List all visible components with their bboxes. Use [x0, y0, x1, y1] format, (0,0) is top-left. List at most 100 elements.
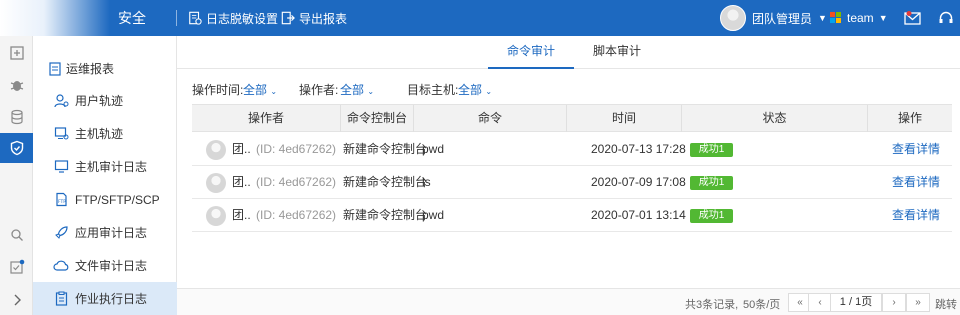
col-operator: 操作者 — [192, 105, 341, 132]
command-text: pwd — [422, 208, 445, 222]
operator-id: (ID: 4ed67262) — [256, 175, 337, 189]
total-records: 共3条记录, — [685, 299, 739, 311]
rail-expand[interactable] — [0, 285, 33, 315]
command-text: pwd — [422, 142, 445, 156]
chevron-down-icon: ⌄ — [270, 87, 278, 96]
tab-script-audit[interactable]: 脚本审计 — [574, 36, 660, 69]
chevron-down-icon: ▼ — [878, 13, 888, 23]
last-page-button[interactable]: » — [906, 293, 930, 312]
svg-text:FTP: FTP — [58, 199, 66, 205]
top-bar: 安全 日志脱敏设置 导出报表 团队管理员 ▼ team ▼ — [0, 0, 960, 36]
nav-job-exec-log[interactable]: 作业执行日志 — [33, 282, 177, 315]
filter-host-label: 目标主机: — [407, 83, 459, 97]
checklist-icon — [9, 259, 24, 274]
view-details-link[interactable]: 查看详情 — [892, 133, 940, 166]
shield-icon — [10, 140, 23, 156]
filter-time-label: 操作时间: — [192, 83, 244, 97]
secondary-nav: 运维报表 用户轨迹 主机轨迹 主机审计日志 FTP FTP/SFTP/SCP 应… — [33, 36, 177, 315]
col-action: 操作 — [897, 111, 922, 125]
operator-avatar — [206, 206, 226, 226]
filter-operator-value: 全部 — [340, 83, 365, 97]
nav-item-label: 文件审计日志 — [75, 259, 148, 273]
headset-icon — [939, 11, 953, 23]
col-status: 状态 — [682, 105, 868, 132]
console-name: 新建命令控制台 — [343, 208, 428, 222]
exec-time: 2020-07-09 17:08 — [591, 175, 686, 189]
filter-bar: 操作时间: 全部 ⌄ 操作者: 全部 ⌄ 目标主机: 全部 ⌄ — [192, 78, 952, 98]
page-size-select[interactable]: 50条/页 — [743, 296, 780, 312]
tab-command-audit[interactable]: 命令审计 — [488, 36, 574, 69]
operator-name: 团.. — [232, 142, 251, 156]
table-row: 团.. (ID: 4ed67262) 新建命令控制台 pwd 2020-07-0… — [192, 199, 952, 232]
rail-search[interactable] — [0, 220, 33, 250]
col-command: 命令 — [414, 105, 567, 132]
prev-page-button[interactable]: ‹ — [808, 293, 832, 312]
log-mask-settings-button[interactable]: 日志脱敏设置 — [188, 0, 278, 36]
nav-item-label: 作业执行日志 — [75, 292, 148, 306]
toolbar-divider — [176, 10, 177, 26]
nav-ops-report-label: 运维报表 — [66, 62, 115, 76]
nav-host-audit-log[interactable]: 主机审计日志 — [33, 150, 177, 183]
export-icon — [281, 11, 295, 25]
rail-security[interactable] — [0, 70, 33, 100]
nav-app-audit-log[interactable]: 应用审计日志 — [33, 216, 177, 249]
database-icon — [10, 109, 23, 125]
operator-avatar — [206, 140, 226, 160]
nav-ftp-log[interactable]: FTP FTP/SFTP/SCP — [33, 183, 177, 216]
pagination-bar: 共3条记录, 50条/页 « ‹ 1 / 1页 › » 跳转 — [177, 288, 960, 315]
status-badge: 成功1 — [690, 142, 733, 157]
report-icon — [47, 61, 63, 77]
jump-button[interactable]: 跳转 — [935, 296, 957, 312]
filter-operator-label: 操作者: — [299, 83, 339, 97]
job-list-icon — [53, 291, 69, 307]
mail-icon — [904, 11, 921, 25]
nav-item-label: 主机审计日志 — [75, 160, 148, 174]
team-name: team — [847, 11, 874, 25]
nav-file-audit-log[interactable]: 文件审计日志 — [33, 249, 177, 282]
export-report-button[interactable]: 导出报表 — [281, 0, 347, 36]
ftp-file-icon: FTP — [53, 192, 69, 208]
nav-item-label: 应用审计日志 — [75, 226, 148, 240]
operator-id: (ID: 4ed67262) — [256, 208, 337, 222]
cloud-file-icon — [53, 258, 69, 274]
chevron-down-icon: ⌄ — [367, 87, 375, 96]
rail-audit[interactable] — [0, 133, 33, 163]
audit-tabs: 命令审计 脚本审计 — [177, 36, 960, 69]
chevron-down-icon: ⌄ — [485, 87, 493, 96]
filter-time-dropdown[interactable]: 全部 ⌄ — [243, 81, 277, 98]
command-text: ls — [422, 175, 431, 189]
team-switcher[interactable]: team ▼ — [830, 0, 888, 36]
user-track-icon — [53, 93, 69, 109]
support-button[interactable] — [938, 0, 954, 36]
nav-ops-report[interactable]: 运维报表 — [33, 52, 177, 85]
rail-database[interactable] — [0, 102, 33, 132]
nav-host-track[interactable]: 主机轨迹 — [33, 117, 177, 150]
nav-user-track[interactable]: 用户轨迹 — [33, 84, 177, 117]
bug-icon — [10, 81, 23, 91]
command-audit-table: 操作者 命令控制台 命令 时间 状态 操作 团.. (ID: 4ed67262)… — [192, 104, 952, 232]
nav-item-label: 用户轨迹 — [75, 94, 124, 108]
search-icon — [10, 229, 23, 241]
add-panel-icon — [9, 46, 24, 60]
operator-avatar — [206, 173, 226, 193]
operator-name: 团.. — [232, 175, 251, 189]
rail-tasks[interactable] — [0, 252, 33, 282]
user-menu[interactable]: 团队管理员 ▼ — [720, 0, 827, 36]
view-details-link[interactable]: 查看详情 — [892, 166, 940, 199]
filter-operator-dropdown[interactable]: 全部 ⌄ — [340, 81, 374, 98]
rail-dashboard[interactable] — [0, 38, 33, 68]
current-page-input[interactable]: 1 / 1页 — [830, 293, 882, 312]
next-page-button[interactable]: › — [882, 293, 906, 312]
exec-time: 2020-07-01 13:14 — [591, 208, 686, 222]
chevron-right-icon — [14, 294, 21, 306]
filter-time-value: 全部 — [243, 83, 268, 97]
icon-rail — [0, 36, 33, 315]
status-badge: 成功1 — [690, 175, 733, 190]
console-name: 新建命令控制台 — [343, 142, 428, 156]
col-console: 命令控制台 — [341, 105, 414, 132]
filter-host-dropdown[interactable]: 全部 ⌄ — [458, 81, 492, 98]
messages-button[interactable] — [904, 0, 921, 36]
view-details-link[interactable]: 查看详情 — [892, 199, 940, 232]
app-rocket-icon — [53, 225, 69, 241]
col-time: 时间 — [567, 105, 682, 132]
